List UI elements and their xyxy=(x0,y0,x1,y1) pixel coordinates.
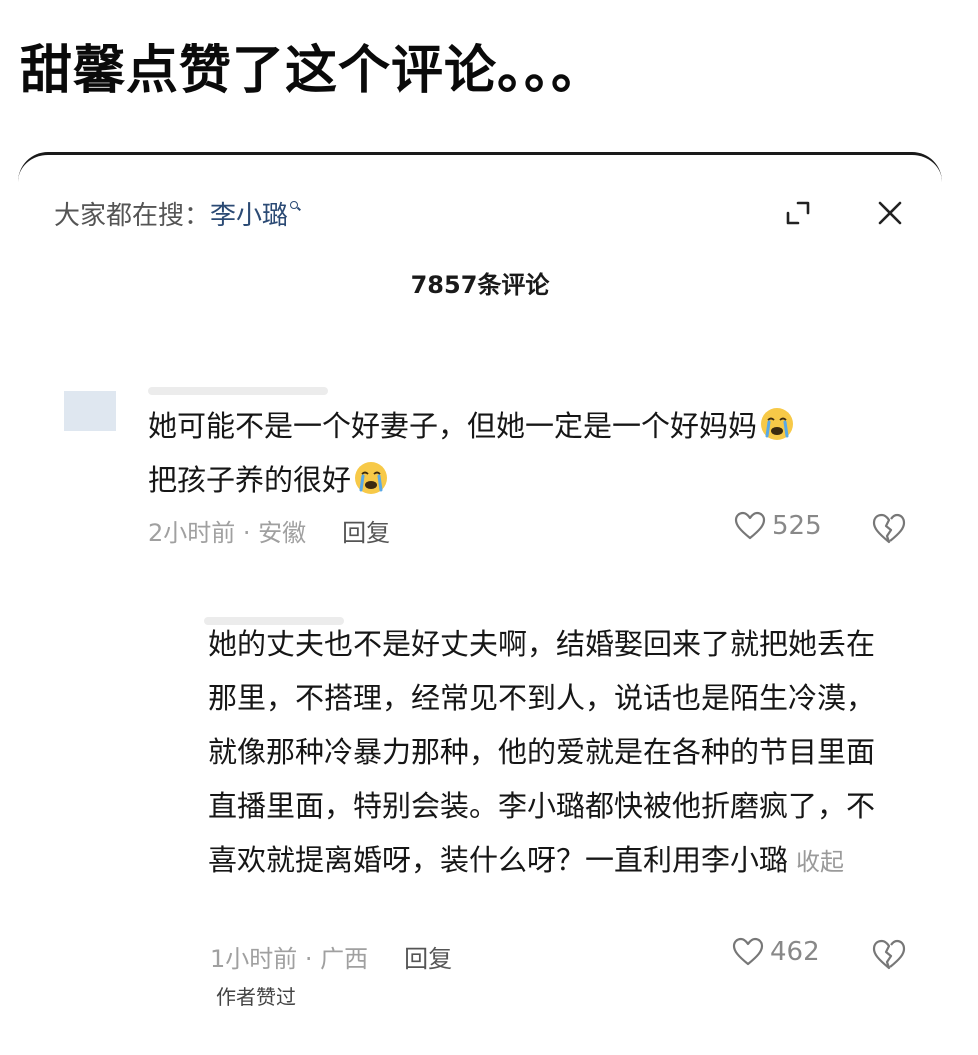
like-button[interactable]: 462 xyxy=(732,937,820,967)
author-liked-badge: 作者赞过 xyxy=(216,985,296,1009)
trending-search-term[interactable]: 李小璐 xyxy=(210,201,288,231)
search-icon xyxy=(290,201,300,211)
comment-text-line-1: 她可能不是一个好妻子，但她一定是一个好妈妈 xyxy=(148,409,758,443)
like-count: 462 xyxy=(770,937,820,967)
comment-text: 她可能不是一个好妻子，但她一定是一个好妈妈 把孩子养的很好 xyxy=(148,399,908,507)
close-icon[interactable] xyxy=(876,199,904,227)
collapse-link[interactable]: 收起 xyxy=(796,848,844,876)
like-button[interactable]: 525 xyxy=(734,511,822,541)
expand-icon[interactable] xyxy=(784,199,812,227)
comment-text-line-2: 把孩子养的很好 xyxy=(148,463,352,497)
avatar[interactable] xyxy=(64,391,116,431)
crying-face-emoji-icon xyxy=(355,462,388,494)
comment-meta: 2小时前 · 安徽 回复 xyxy=(148,513,390,548)
comments-count-title: 7857条评论 xyxy=(410,271,550,299)
broken-heart-icon[interactable] xyxy=(872,513,906,545)
crying-face-emoji-icon xyxy=(761,408,794,440)
reply-text: 她的丈夫也不是好丈夫啊，结婚娶回来了就把她丢在那里，不搭理，经常见不到人，说话也… xyxy=(208,627,876,877)
broken-heart-icon[interactable] xyxy=(872,939,906,971)
reply-comment-text: 她的丈夫也不是好丈夫啊，结婚娶回来了就把她丢在那里，不搭理，经常见不到人，说话也… xyxy=(208,617,898,889)
heart-icon xyxy=(732,937,764,966)
reply-button[interactable]: 回复 xyxy=(404,945,452,973)
page-headline: 甜馨点赞了这个评论。。。 xyxy=(20,41,605,101)
username-blurred xyxy=(148,387,328,395)
reply-time-location: 1小时前 · 广西 xyxy=(210,945,369,973)
comments-panel: 大家都在搜：李小璐 7857条评论 她可能不是一个好妻子，但她一定是一个好妈妈 … xyxy=(18,152,942,1055)
comment-time-location: 2小时前 · 安徽 xyxy=(148,519,307,547)
reply-button[interactable]: 回复 xyxy=(342,519,390,547)
trending-search-bar[interactable]: 大家都在搜：李小璐 xyxy=(54,195,300,232)
reply-meta: 1小时前 · 广西 回复 xyxy=(210,939,452,974)
trending-search-prefix: 大家都在搜： xyxy=(54,201,211,231)
like-count: 525 xyxy=(772,511,822,541)
heart-icon xyxy=(734,511,766,540)
